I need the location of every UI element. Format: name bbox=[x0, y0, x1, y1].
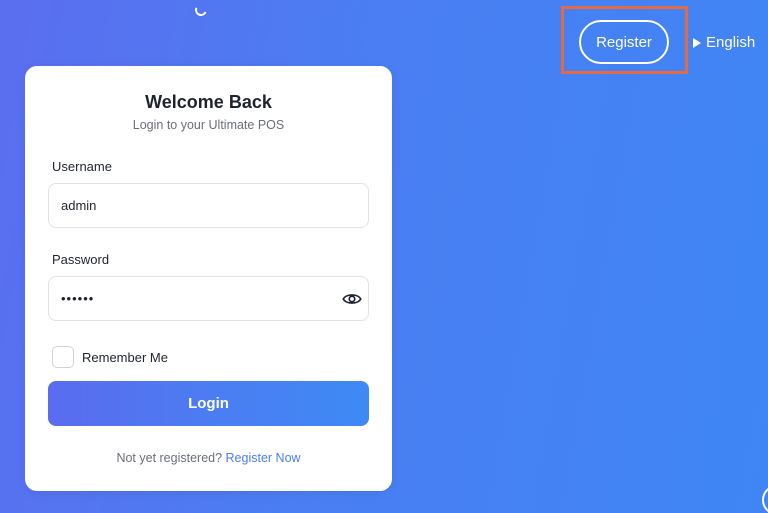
remember-me-label: Remember Me bbox=[82, 350, 168, 365]
login-card: Welcome Back Login to your Ultimate POS … bbox=[25, 66, 392, 491]
chat-widget-icon[interactable] bbox=[762, 485, 768, 513]
login-button[interactable]: Login bbox=[48, 381, 369, 426]
username-label: Username bbox=[52, 159, 112, 174]
page-title: Welcome Back bbox=[145, 92, 272, 112]
language-label: English bbox=[706, 34, 756, 51]
register-prompt-text: Not yet registered? bbox=[116, 451, 223, 465]
password-input[interactable] bbox=[48, 276, 369, 321]
password-label: Password bbox=[52, 252, 110, 267]
remember-me-checkbox[interactable] bbox=[52, 346, 74, 368]
loading-spinner-icon bbox=[193, 2, 209, 18]
register-now-link[interactable]: Register Now bbox=[226, 451, 301, 465]
language-selector[interactable]: English bbox=[693, 34, 755, 51]
page-subtitle: Login to your Ultimate POS bbox=[132, 118, 285, 132]
register-button[interactable]: Register bbox=[579, 20, 669, 64]
eye-icon[interactable] bbox=[342, 289, 362, 309]
username-input[interactable] bbox=[48, 183, 369, 228]
caret-right-icon bbox=[693, 37, 701, 48]
register-prompt: Not yet registered? Register Now bbox=[25, 451, 392, 465]
